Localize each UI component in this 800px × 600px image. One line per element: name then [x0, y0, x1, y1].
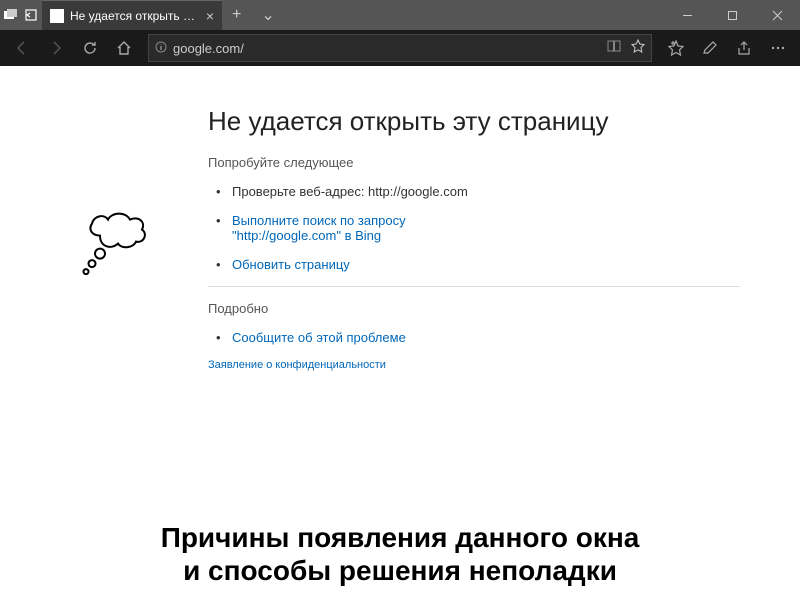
refresh-button[interactable]	[74, 32, 106, 64]
report-problem-link[interactable]: Сообщите об этой проблеме	[232, 330, 406, 345]
tab-close-button[interactable]: ×	[206, 8, 214, 24]
app-icon-2	[24, 9, 38, 21]
url-input[interactable]	[173, 41, 601, 56]
suggestion-check-address: Проверьте веб-адрес: http://google.com	[220, 184, 740, 199]
notes-button[interactable]	[694, 32, 726, 64]
tab-title: Не удается открыть эту	[70, 9, 200, 23]
forward-button[interactable]	[40, 32, 72, 64]
privacy-statement-link[interactable]: Заявление о конфиденциальности	[208, 359, 740, 371]
details-heading: Подробно	[208, 301, 740, 316]
suggestion-refresh: Обновить страницу	[220, 257, 740, 272]
close-window-button[interactable]	[755, 0, 800, 30]
site-info-icon[interactable]	[155, 41, 167, 56]
maximize-button[interactable]	[710, 0, 755, 30]
browser-tab[interactable]: Не удается открыть эту ×	[42, 0, 222, 30]
window-controls	[665, 0, 800, 30]
new-tab-button[interactable]: +	[222, 0, 251, 30]
address-bar[interactable]	[148, 34, 652, 62]
home-button[interactable]	[108, 32, 140, 64]
overlay-caption: Причины появления данного окна и способы…	[0, 521, 800, 588]
thought-cloud-icon	[80, 114, 160, 371]
try-following-heading: Попробуйте следующее	[208, 155, 740, 170]
favorites-hub-button[interactable]	[660, 32, 692, 64]
suggestion-report: Сообщите об этой проблеме	[220, 330, 740, 345]
favorite-star-icon[interactable]	[631, 39, 645, 58]
app-icon-1	[4, 9, 18, 21]
back-button[interactable]	[6, 32, 38, 64]
tab-actions-button[interactable]: ⌄	[251, 0, 284, 30]
suggestions-list: Проверьте веб-адрес: http://google.com В…	[208, 184, 740, 272]
suggestion-search-bing: Выполните поиск по запросу"http://google…	[220, 213, 740, 243]
divider	[208, 286, 740, 287]
taskbar-icons	[0, 0, 42, 30]
refresh-page-link[interactable]: Обновить страницу	[232, 257, 350, 272]
search-bing-link[interactable]: Выполните поиск по запросу"http://google…	[232, 213, 406, 243]
minimize-button[interactable]	[665, 0, 710, 30]
browser-toolbar	[0, 30, 800, 66]
error-title: Не удается открыть эту страницу	[208, 106, 740, 137]
share-button[interactable]	[728, 32, 760, 64]
tab-favicon	[50, 9, 64, 23]
window-titlebar: Не удается открыть эту × + ⌄	[0, 0, 800, 30]
menu-button[interactable]	[762, 32, 794, 64]
error-page-content: Не удается открыть эту страницу Попробуй…	[0, 66, 800, 371]
reading-view-icon[interactable]	[607, 39, 621, 58]
